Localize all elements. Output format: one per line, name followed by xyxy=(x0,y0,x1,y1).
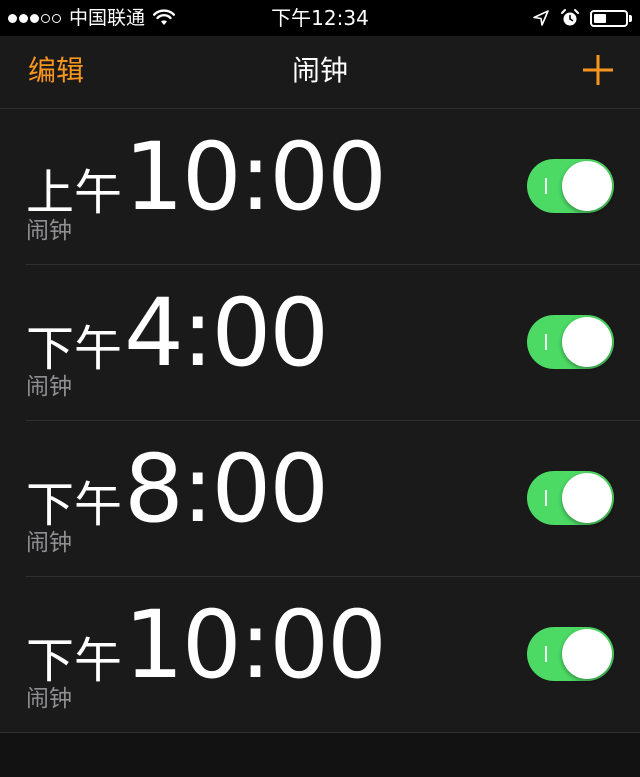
location-arrow-icon xyxy=(533,10,549,26)
nav-bar: 编辑 闹钟 xyxy=(0,36,640,109)
page-title: 闹钟 xyxy=(291,54,348,87)
battery-icon xyxy=(590,9,628,27)
bottom-area xyxy=(0,733,640,777)
alarm-toggle[interactable] xyxy=(527,627,614,681)
alarm-clock-time: 4:00 xyxy=(124,279,329,388)
alarm-label: 闹钟 xyxy=(26,686,72,712)
status-right xyxy=(532,6,632,30)
alarm-ampm: 下午 xyxy=(26,633,123,689)
alarm-clock-time: 10:00 xyxy=(124,591,387,700)
toggle-knob xyxy=(562,473,612,523)
alarm-label: 闹钟 xyxy=(26,218,72,244)
plus-icon[interactable] xyxy=(582,54,614,86)
alarm-toggle[interactable] xyxy=(527,159,614,213)
alarm-row[interactable]: 下午 4:00 闹钟 xyxy=(0,265,640,421)
alarm-time: 下午 10:00 xyxy=(26,591,387,700)
alarm-ampm: 下午 xyxy=(26,321,123,377)
toggle-on-mark xyxy=(545,490,547,506)
toggle-knob xyxy=(562,161,612,211)
toggle-knob xyxy=(562,629,612,679)
toggle-on-mark xyxy=(545,334,547,350)
alarm-row[interactable]: 下午 10:00 闹钟 xyxy=(0,577,640,733)
alarm-row[interactable]: 下午 8:00 闹钟 xyxy=(0,421,640,577)
alarm-time: 下午 4:00 xyxy=(26,279,329,388)
status-bar: 中国联通 下午12:34 xyxy=(0,0,640,36)
alarm-clock-time: 8:00 xyxy=(124,435,329,544)
battery-tip xyxy=(629,14,632,22)
alarm-row[interactable]: 上午 10:00 闹钟 xyxy=(0,109,640,265)
battery-fill xyxy=(594,13,606,23)
alarm-toggle[interactable] xyxy=(527,471,614,525)
alarm-time: 上午 10:00 xyxy=(26,123,387,232)
alarm-toggle[interactable] xyxy=(527,315,614,369)
toggle-knob xyxy=(562,317,612,367)
alarm-ampm: 下午 xyxy=(26,477,123,533)
alarm-clock-icon xyxy=(561,9,579,26)
alarm-label: 闹钟 xyxy=(26,374,72,400)
alarm-time: 下午 8:00 xyxy=(26,435,329,544)
alarm-list: 上午 10:00 闹钟 下午 4:00 闹钟 下午 8:00 闹钟 下午 10:… xyxy=(0,109,640,733)
alarm-clock-time: 10:00 xyxy=(124,123,387,232)
alarm-label: 闹钟 xyxy=(26,530,72,556)
toggle-on-mark xyxy=(545,646,547,662)
toggle-on-mark xyxy=(545,178,547,194)
alarm-ampm: 上午 xyxy=(26,165,123,221)
